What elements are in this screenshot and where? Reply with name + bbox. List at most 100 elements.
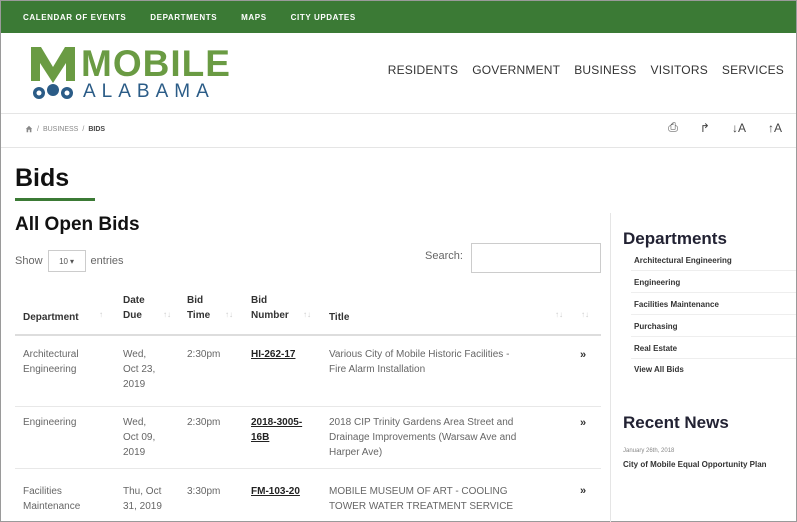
col-department[interactable]: Department [23, 310, 79, 325]
col-date-due-line2[interactable]: Due [123, 308, 142, 323]
city-logo-icon [31, 47, 75, 99]
cell-line: Oct 23, [123, 364, 156, 375]
col-title[interactable]: Title [329, 310, 349, 325]
site-logo[interactable]: MOBILE ALABAMA [29, 43, 230, 105]
col-bid-number-line1[interactable]: Bid [251, 293, 267, 308]
breadcrumb-business[interactable]: BUSINESS [43, 126, 78, 133]
cell-time: 2:30pm [187, 417, 221, 428]
page-title: Bids [15, 164, 70, 192]
cell-line: Harper Ave) [329, 447, 383, 458]
col-bid-time-line1[interactable]: Bid [187, 293, 203, 308]
chevron-down-icon: ▾ [69, 256, 74, 266]
cell-title: 2018 CIP Trinity Gardens Area Street and… [329, 415, 516, 460]
home-icon[interactable] [25, 125, 33, 133]
breadcrumb: / BUSINESS / BIDS [25, 125, 105, 133]
breadcrumb-divider [1, 147, 796, 148]
cell-line: 2019 [123, 379, 146, 390]
sidebar-divider-line [631, 358, 796, 359]
sidebar-item-purchasing[interactable]: Purchasing [634, 322, 678, 331]
nav-services[interactable]: SERVICES [722, 63, 784, 77]
logo-wordmark: MOBILE [81, 43, 231, 84]
sort-icon[interactable]: ↑↓ [225, 310, 233, 319]
sort-icon[interactable]: ↑↓ [555, 310, 563, 319]
section-title: All Open Bids [15, 214, 140, 235]
sidebar-item-architectural-engineering[interactable]: Architectural Engineering [634, 256, 732, 265]
cell-department: Facilities Maintenance [23, 484, 80, 514]
print-icon[interactable]: ⎙ [668, 120, 678, 135]
bid-number-link[interactable]: HI-262-17 [251, 347, 295, 362]
cell-line: 2018 CIP Trinity Gardens Area Street and [329, 417, 514, 428]
sort-icon[interactable]: ↑↓ [303, 310, 311, 319]
breadcrumb-current: BIDS [88, 125, 106, 133]
cell-date: Thu, Oct 31, 2019 [123, 484, 162, 514]
header-divider [1, 113, 796, 114]
search-input[interactable] [471, 243, 601, 273]
cell-time: 3:30pm [187, 486, 221, 497]
topbar-link-departments[interactable]: DEPARTMENTS [150, 13, 217, 22]
sidebar-divider [610, 213, 611, 522]
cell-line: Thu, Oct [123, 486, 162, 497]
cell-line: Fire Alarm Installation [329, 364, 426, 375]
sidebar-item-engineering[interactable]: Engineering [634, 278, 680, 287]
increase-font-icon[interactable]: ↑A [768, 121, 782, 135]
cell-line: Drainage Improvements (Warsaw Ave and [329, 432, 517, 443]
cell-line: Architectural [23, 349, 79, 360]
topbar-link-maps[interactable]: MAPS [241, 13, 267, 22]
entries-control: Show 10 ▾ entries [15, 250, 124, 272]
cell-line: Oct 09, [123, 432, 156, 443]
cell-line: Facilities [23, 486, 62, 497]
cell-line: HI-262-17 [251, 349, 296, 360]
decrease-font-icon[interactable]: ↓A [732, 121, 746, 135]
sidebar-divider-line [631, 270, 796, 271]
table-header: Department ↑ Date Due ↑↓ Bid Time ↑↓ Bid… [15, 288, 601, 336]
entries-select-value: 10 [59, 256, 68, 266]
cell-line: Wed, [123, 349, 147, 360]
departments-heading: Departments [623, 229, 727, 248]
nav-residents[interactable]: RESIDENTS [388, 63, 458, 77]
cell-title: Various City of Mobile Historic Faciliti… [329, 347, 509, 377]
sort-icon[interactable]: ↑↓ [581, 310, 589, 319]
entries-label: entries [90, 255, 124, 267]
nav-business[interactable]: BUSINESS [574, 63, 636, 77]
sort-icon[interactable]: ↑↓ [163, 310, 171, 319]
news-item-link[interactable]: City of Mobile Equal Opportunity Plan [623, 459, 793, 470]
cell-line: MOBILE MUSEUM OF ART - COOLING [329, 486, 508, 497]
nav-government[interactable]: GOVERNMENT [472, 63, 560, 77]
cell-line: Various City of Mobile Historic Faciliti… [329, 349, 510, 360]
logo-subtitle: ALABAMA [83, 81, 215, 102]
cell-date: Wed, Oct 09, 2019 [123, 415, 155, 460]
cell-line: Engineering [23, 417, 77, 428]
topbar-link-calendar[interactable]: CALENDAR OF EVENTS [23, 13, 126, 22]
cell-line: FM-103-20 [251, 486, 300, 497]
col-bid-number-line2[interactable]: Number [251, 308, 289, 323]
cell-line: 2018-3005- [251, 417, 303, 428]
breadcrumb-separator: / [37, 125, 39, 133]
bid-number-link[interactable]: FM-103-20 [251, 484, 300, 499]
share-icon[interactable]: ↱ [700, 121, 710, 135]
col-date-due-line1[interactable]: Date [123, 293, 145, 308]
topbar-link-city-updates[interactable]: CITY UPDATES [291, 13, 356, 22]
nav-visitors[interactable]: VISITORS [651, 63, 708, 77]
cell-department: Engineering [23, 415, 76, 430]
cell-line: Wed, [123, 417, 147, 428]
sidebar-item-facilities-maintenance[interactable]: Facilities Maintenance [634, 300, 719, 309]
entries-select[interactable]: 10 ▾ [47, 250, 86, 272]
row-details-button[interactable]: » [580, 485, 586, 497]
col-bid-time-line2[interactable]: Time [187, 308, 210, 323]
sidebar-item-real-estate[interactable]: Real Estate [634, 344, 677, 353]
sidebar-item-view-all-bids[interactable]: View All Bids [634, 365, 684, 374]
page-tools: ⎙ ↱ ↓A ↑A [668, 120, 782, 135]
bid-number-link[interactable]: 2018-3005- 16B [251, 415, 302, 445]
cell-time: 2:30pm [187, 349, 221, 360]
sidebar-divider-line [631, 314, 796, 315]
recent-news-heading: Recent News [623, 413, 729, 432]
sort-icon[interactable]: ↑ [99, 310, 103, 319]
row-details-button[interactable]: » [580, 417, 586, 429]
search-label: Search: [425, 250, 463, 262]
show-label: Show [15, 255, 43, 267]
sidebar-divider-line [631, 336, 796, 337]
cell-line: 31, 2019 [123, 501, 162, 512]
table-row: Facilities Maintenance Thu, Oct 31, 2019… [15, 471, 601, 522]
row-details-button[interactable]: » [580, 349, 586, 361]
breadcrumb-separator: / [82, 125, 85, 133]
